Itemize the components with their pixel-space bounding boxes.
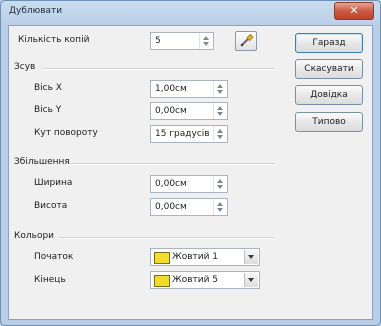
y-axis-value: 0,00см [155, 106, 187, 116]
width-value: 0,00см [155, 179, 187, 189]
x-axis-spin-arrows[interactable] [213, 81, 227, 97]
copies-spinbox[interactable]: 5 [150, 32, 214, 50]
width-spinbox[interactable]: 0,00см [150, 175, 228, 193]
help-button[interactable]: Довідка [295, 85, 363, 105]
copies-value: 5 [155, 36, 161, 46]
y-axis-spin-arrows[interactable] [213, 103, 227, 119]
enlargement-section-title: Збільшення [14, 157, 73, 167]
angle-label: Кут повороту [34, 128, 98, 138]
window-title: Дублювати [9, 6, 63, 16]
placement-section-title: Зсув [14, 62, 39, 72]
x-axis-value: 1,00см [155, 84, 187, 94]
end-color-dropdown[interactable]: Жовтий 5 [150, 271, 260, 289]
start-color-swatch [154, 252, 170, 264]
y-axis-spinbox[interactable]: 0,00см [150, 102, 228, 120]
y-axis-label: Вісь Y [34, 105, 62, 115]
width-label: Ширина [34, 178, 73, 188]
copies-label: Кількість копій [18, 35, 90, 45]
start-color-dropdown[interactable]: Жовтий 1 [150, 248, 260, 266]
start-color-value: Жовтий 1 [172, 252, 219, 262]
close-icon: ✕ [349, 4, 359, 17]
colors-divider [59, 237, 275, 239]
values-from-selection-button[interactable] [235, 31, 257, 51]
end-color-swatch [154, 275, 170, 287]
title-bar: Дублювати ✕ [1, 1, 380, 23]
copies-spin-arrows[interactable] [199, 33, 213, 49]
eyedropper-icon [240, 33, 254, 47]
width-spin-arrows[interactable] [213, 176, 227, 192]
x-axis-spinbox[interactable]: 1,00см [150, 80, 228, 98]
angle-spin-arrows[interactable] [213, 126, 227, 142]
close-button[interactable]: ✕ [334, 2, 374, 20]
x-axis-label: Вісь X [34, 83, 62, 93]
start-color-label: Початок [34, 252, 74, 262]
enlargement-divider [69, 163, 275, 165]
ok-button[interactable]: Гаразд [295, 33, 363, 53]
height-spinbox[interactable]: 0,00см [150, 198, 228, 216]
default-button[interactable]: Типово [295, 112, 363, 132]
duplicate-dialog: Дублювати ✕ Кількість копій 5 Зсув Вісь … [0, 0, 381, 326]
colors-section-title: Кольори [14, 231, 58, 241]
cancel-button[interactable]: Скасувати [295, 59, 363, 79]
placement-divider [42, 68, 275, 70]
height-label: Висота [34, 201, 68, 211]
chevron-down-icon[interactable] [244, 250, 258, 264]
end-color-value: Жовтий 5 [172, 275, 219, 285]
chevron-down-icon[interactable] [244, 273, 258, 287]
end-color-label: Кінець [34, 275, 66, 285]
angle-spinbox[interactable]: 15 градусів [150, 125, 228, 143]
dialog-body: Кількість копій 5 Зсув Вісь X 1,00см Віс… [8, 25, 373, 320]
height-spin-arrows[interactable] [213, 199, 227, 215]
height-value: 0,00см [155, 202, 187, 212]
angle-value: 15 градусів [155, 129, 210, 139]
